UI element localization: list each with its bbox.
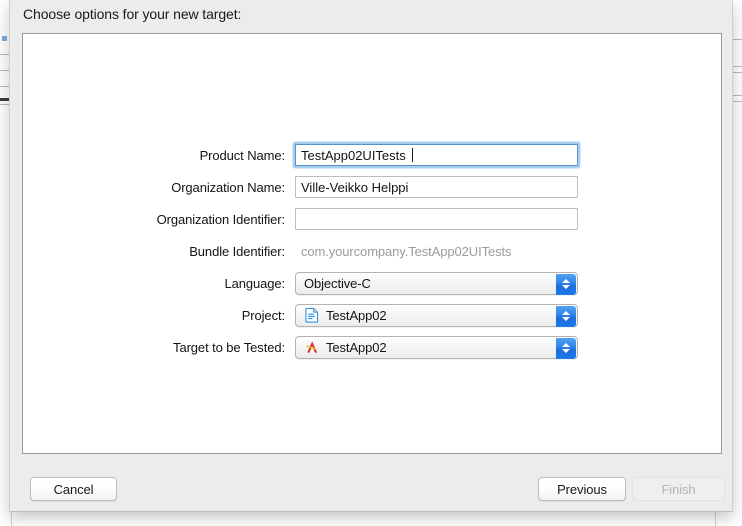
xcode-project-document-icon (304, 307, 320, 323)
form-row-bundle-identifier: Bundle Identifier: com.yourcompany.TestA… (23, 236, 721, 266)
organization-identifier-label: Organization Identifier: (23, 212, 295, 227)
previous-button[interactable]: Previous (538, 477, 626, 501)
cancel-button[interactable]: Cancel (30, 477, 117, 501)
background-accent-dot (2, 36, 7, 41)
target-options-form: Product Name: Organization Name: Organiz… (23, 140, 721, 364)
organization-name-field-wrap (295, 176, 578, 198)
organization-identifier-field-wrap (295, 208, 578, 230)
target-to-be-tested-field-wrap: TestApp02 (295, 336, 578, 359)
chevron-up-down-icon[interactable] (556, 274, 576, 295)
bundle-identifier-value: com.yourcompany.TestApp02UITests (295, 244, 511, 259)
bundle-identifier-label: Bundle Identifier: (23, 244, 295, 259)
chevron-up-down-icon[interactable] (556, 306, 576, 327)
form-row-organization-identifier: Organization Identifier: (23, 204, 721, 234)
organization-identifier-input[interactable] (295, 208, 578, 230)
bundle-identifier-value-wrap: com.yourcompany.TestApp02UITests (295, 244, 578, 259)
organization-name-input[interactable] (295, 176, 578, 198)
screen: Choose options for your new target: Prod… (0, 0, 742, 526)
language-popup-value: Objective-C (304, 276, 371, 291)
language-popup-button[interactable]: Objective-C (295, 272, 578, 295)
organization-name-label: Organization Name: (23, 180, 295, 195)
dialog-title: Choose options for your new target: (23, 6, 241, 22)
form-row-target-to-be-tested: Target to be Tested: TestApp02 (23, 332, 721, 362)
project-popup-button[interactable]: TestApp02 (295, 304, 578, 327)
target-to-be-tested-popup-value: TestApp02 (326, 340, 387, 355)
language-label: Language: (23, 276, 295, 291)
project-popup-value: TestApp02 (326, 308, 387, 323)
project-label: Project: (23, 308, 295, 323)
form-row-project: Project: TestApp02 (23, 300, 721, 330)
chevron-up-down-icon[interactable] (556, 338, 576, 359)
product-name-input[interactable] (295, 144, 578, 166)
form-row-product-name: Product Name: (23, 140, 721, 170)
project-field-wrap: TestApp02 (295, 304, 578, 327)
text-caret (412, 148, 413, 162)
target-to-be-tested-popup-button[interactable]: TestApp02 (295, 336, 578, 359)
product-name-field-wrap (295, 144, 578, 166)
target-to-be-tested-label: Target to be Tested: (23, 340, 295, 355)
product-name-label: Product Name: (23, 148, 295, 163)
xcode-target-app-icon (304, 339, 320, 355)
form-row-language: Language: Objective-C (23, 268, 721, 298)
form-row-organization-name: Organization Name: (23, 172, 721, 202)
options-content-panel: Product Name: Organization Name: Organiz… (22, 33, 722, 454)
finish-button: Finish (632, 477, 725, 501)
language-field-wrap: Objective-C (295, 272, 578, 295)
new-target-options-dialog: Choose options for your new target: Prod… (9, 0, 733, 512)
